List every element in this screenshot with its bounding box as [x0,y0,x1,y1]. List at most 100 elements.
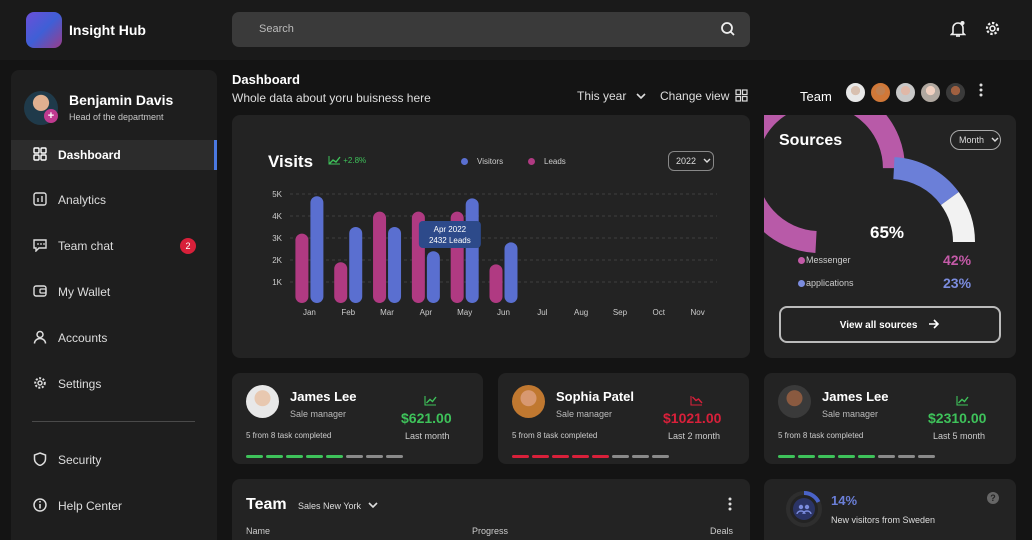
x-tick-label: Sep [613,308,628,317]
x-tick-label: Nov [690,308,704,317]
sidebar-item-team-chat[interactable]: Team chat 2 [11,231,217,261]
sidebar-item-security[interactable]: Security [11,445,217,475]
sales-amount: $2310.00 [928,410,987,426]
task-segment [778,455,795,458]
change-view-button[interactable]: Change view [660,89,748,103]
person-role: Sale manager [290,409,347,419]
team-member-avatar[interactable] [869,81,892,104]
source-label: applications [806,278,854,288]
task-progress-bar [778,445,938,463]
task-segment [286,455,303,458]
chevron-down-icon [367,502,378,509]
person-name: Sophia Patel [556,389,635,404]
app-logo[interactable] [26,12,62,48]
column-header-progress[interactable]: Progress [472,526,508,536]
x-tick-label: Oct [653,308,666,317]
x-tick-label: Jan [303,308,316,317]
task-segment [592,455,609,458]
column-header-name[interactable]: Name [246,526,270,536]
sidebar-item-accounts[interactable]: Accounts [11,323,217,353]
task-progress-text: 5 from 8 task completed [246,431,332,440]
person-name: James Lee [822,389,889,404]
search-icon[interactable] [720,21,736,37]
sidebar-item-dashboard[interactable]: Dashboard [11,140,217,170]
help-icon[interactable]: ? [987,492,999,504]
search-bar[interactable]: Search [232,12,750,47]
period-dropdown[interactable]: This year [577,89,646,103]
source-row-applications: applications [798,278,854,288]
sidebar-item-label: My Wallet [58,285,111,299]
avatar-add-badge[interactable]: + [44,109,58,123]
user-role: Head of the department [69,112,164,122]
team-label: Team [800,89,832,104]
bar-visitors [504,242,518,303]
top-bar: Insight Hub Search [0,0,1032,60]
sidebar-item-settings[interactable]: Settings [11,369,217,399]
person-name: James Lee [290,389,357,404]
salesperson-card[interactable]: James Lee Sale manager $621.00 Last mont… [232,373,483,464]
task-segment [326,455,343,458]
app-title: Insight Hub [69,22,146,38]
x-tick-label: Jul [537,308,547,317]
page-subtitle: Whole data about yoru buisness here [232,91,431,105]
task-segment [386,455,403,458]
info-icon [33,498,47,512]
task-segment [512,455,529,458]
task-segment [346,455,363,458]
view-all-sources-button[interactable]: View all sources [779,306,1001,343]
task-progress-text: 5 from 8 task completed [778,431,864,440]
bar-visitors [426,251,440,303]
shield-icon [33,452,47,466]
more-options-icon[interactable] [979,83,983,97]
team-filter-dropdown[interactable]: Sales New York [298,501,378,511]
team-member-avatar[interactable] [919,81,942,104]
y-tick-label: 4K [272,212,282,221]
team-filter-value: Sales New York [298,501,362,511]
sales-amount: $1021.00 [663,410,722,426]
notification-bell-icon[interactable] [950,20,966,38]
person-role: Sale manager [822,409,879,419]
team-table-card: Team Sales New York Name Progress Deals [232,479,750,540]
avatar [778,385,811,418]
view-all-label: View all sources [839,320,918,331]
column-header-deals[interactable]: Deals [710,526,733,536]
salesperson-card[interactable]: Sophia Patel Sale manager $1021.00 Last … [498,373,749,464]
x-tick-label: Mar [380,308,394,317]
bar-visitors [465,198,479,303]
team-member-avatar[interactable] [944,81,967,104]
sidebar-item-analytics[interactable]: Analytics [11,185,217,215]
gauge-center-value: 65% [870,223,905,242]
sidebar-item-label: Help Center [58,499,123,513]
source-value: 23% [943,275,972,291]
salesperson-card[interactable]: James Lee Sale manager $2310.00 Last 5 m… [764,373,1016,464]
task-segment [652,455,669,458]
more-options-icon[interactable] [728,497,732,511]
x-tick-label: Jun [497,308,510,317]
team-member-avatar[interactable] [844,81,867,104]
task-segment [838,455,855,458]
task-segment [818,455,835,458]
task-segment [306,455,323,458]
bar-leads [489,264,503,303]
grid-view-icon [735,89,748,102]
change-view-label: Change view [660,89,730,103]
bar-visitors [349,227,363,303]
sidebar-item-help-center[interactable]: Help Center [11,491,217,521]
task-segment [898,455,915,458]
sidebar-item-label: Dashboard [58,148,121,162]
source-label: Messenger [806,255,851,265]
team-member-avatar[interactable] [894,81,917,104]
gear-icon[interactable] [984,20,1001,37]
sidebar-item-wallet[interactable]: My Wallet [11,277,217,307]
gauge-arc-applications [892,157,959,206]
sales-period: Last 5 month [933,431,986,441]
y-tick-label: 5K [272,190,282,199]
y-tick-label: 3K [272,234,282,243]
x-tick-label: May [457,308,472,317]
search-input[interactable]: Search [259,23,294,35]
legend-dot [798,257,805,264]
task-segment [552,455,569,458]
task-segment [858,455,875,458]
sidebar-item-label: Accounts [58,331,108,345]
task-segment [798,455,815,458]
